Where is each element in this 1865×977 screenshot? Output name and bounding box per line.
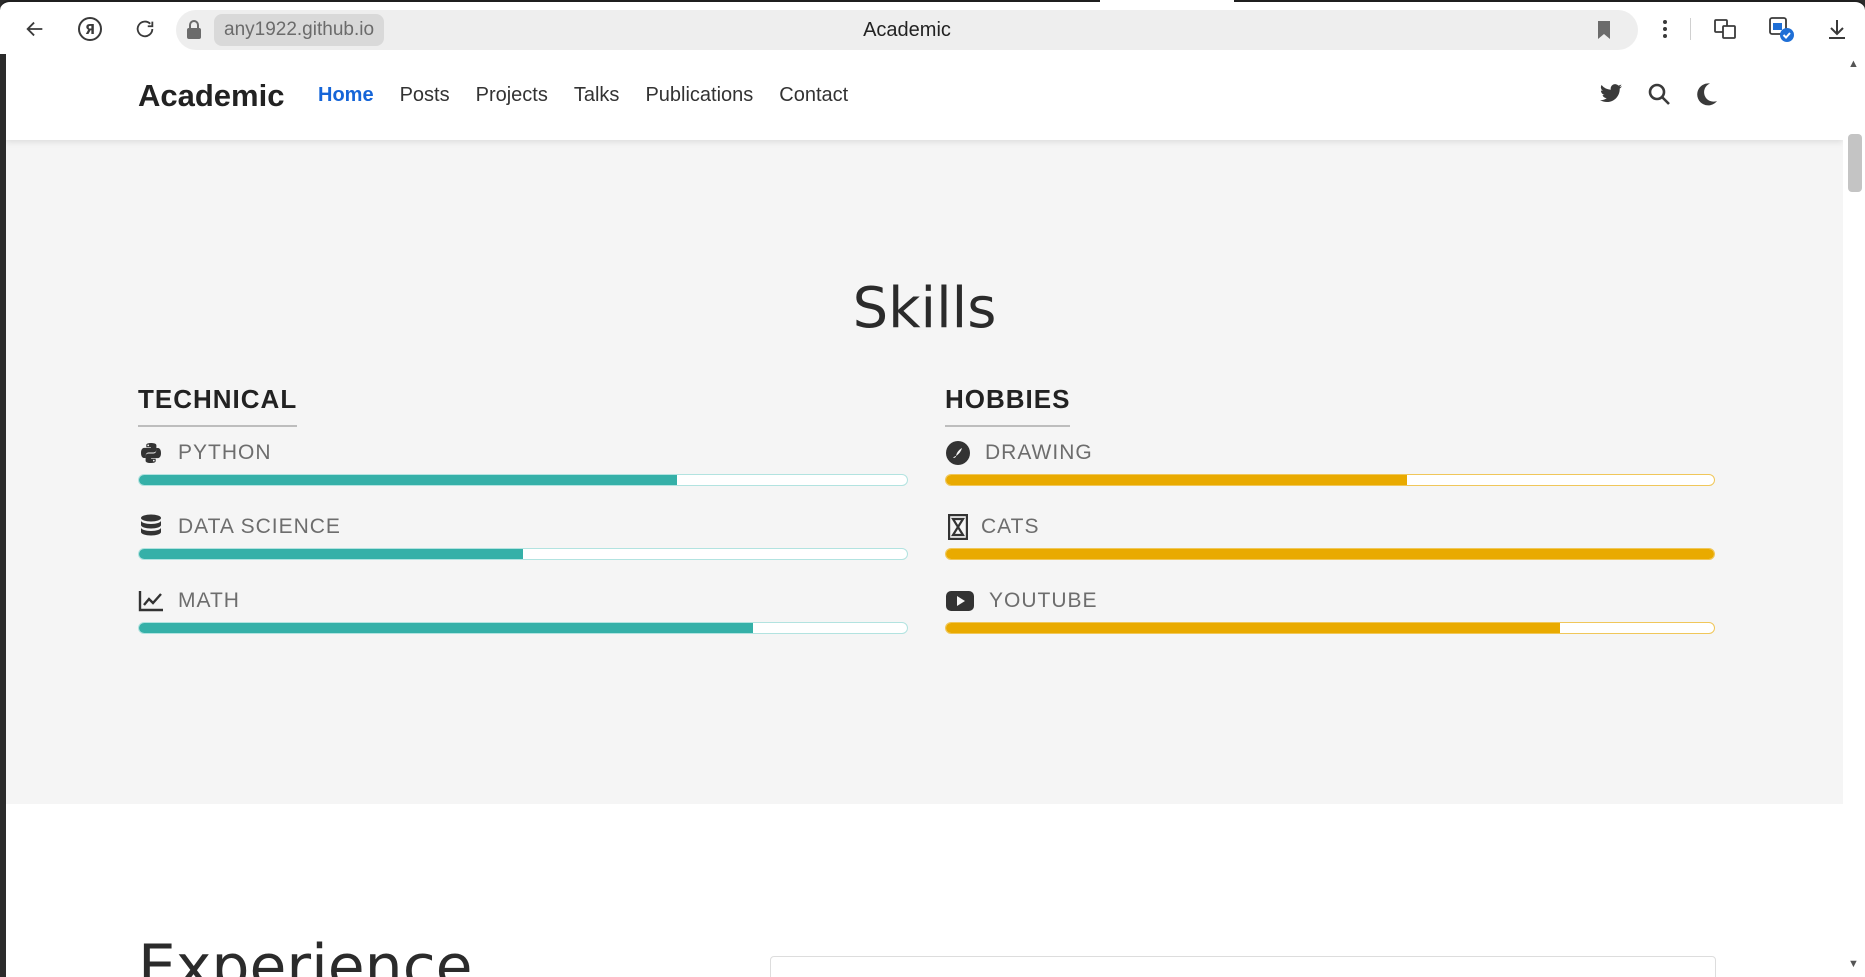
skill-progress-bar [945,548,1715,560]
page-title: Academic [863,19,951,41]
skill-progress-bar [138,474,908,486]
nav-links: Home Posts Projects Talks Publications C… [318,84,848,107]
skill-item-youtube: YOUTUBE [945,588,1715,642]
yandex-logo-icon: Я [78,17,102,41]
skill-item-drawing: DRAWING [945,440,1715,494]
section-title-experience: Experience [138,932,473,977]
translate-button[interactable] [1708,12,1742,46]
yandex-button[interactable]: Я [73,12,107,46]
nav-link-talks[interactable]: Talks [574,84,620,107]
skill-label: DRAWING [985,441,1093,464]
skill-item-data-science: DATA SCIENCE [138,514,908,568]
skill-label: MATH [178,589,240,612]
skill-label: DATA SCIENCE [178,515,341,538]
reload-button[interactable] [128,12,162,46]
skill-name-row: DATA SCIENCE [138,514,341,540]
skill-progress-bar [945,474,1715,486]
back-button[interactable] [18,12,52,46]
skill-name-row: YOUTUBE [945,588,1098,614]
lock-icon [187,20,201,39]
search-icon[interactable] [1646,81,1672,107]
bookmark-icon[interactable] [1596,20,1612,40]
nav-link-contact[interactable]: Contact [779,84,848,107]
url-text[interactable]: any1922.github.io [214,14,385,46]
hourglass-icon [945,514,971,540]
download-button[interactable] [1820,12,1854,46]
technical-column: TECHNICAL PYTHON DATA SCIENCE MATH [138,384,908,634]
youtube-icon [945,588,975,614]
arrow-left-icon [26,21,43,37]
reload-icon [136,20,154,38]
skills-section: Skills TECHNICAL PYTHON DATA SCIENCE MAT… [6,140,1843,804]
twitter-icon[interactable] [1598,81,1624,107]
more-vertical-icon [1663,20,1667,38]
nav-link-publications[interactable]: Publications [645,84,753,107]
extension-button[interactable] [1764,12,1798,46]
nav-link-home[interactable]: Home [318,84,374,107]
skill-item-python: PYTHON [138,440,908,494]
skill-progress-bar [945,622,1715,634]
skill-progress-fill [946,475,1407,485]
skill-progress-bar [138,622,908,634]
chart-line-icon [138,588,164,614]
scroll-up-icon[interactable]: ▲ [1848,58,1859,70]
svg-text:Я: Я [85,23,95,38]
menu-button[interactable] [1648,12,1682,46]
translate-icon [1714,19,1736,39]
skill-progress-fill [139,475,677,485]
nav-link-posts[interactable]: Posts [400,84,450,107]
skill-name-row: CATS [945,514,1039,540]
skill-progress-fill [139,623,754,633]
skill-item-math: MATH [138,588,908,642]
python-icon [138,440,164,466]
extension-shield-icon [1769,17,1794,42]
site-brand[interactable]: Academic [138,78,284,114]
skill-name-row: DRAWING [945,440,1093,466]
skill-label: PYTHON [178,441,272,464]
nav-link-projects[interactable]: Projects [476,84,548,107]
skill-item-cats: CATS [945,514,1715,568]
column-heading-hobbies: HOBBIES [945,384,1071,427]
browser-toolbar: Я any1922.github.io Academic [0,0,1865,54]
section-title-skills: Skills [852,276,997,341]
skill-label: YOUTUBE [989,589,1098,612]
page-scrollbar[interactable]: ▲ ▼ [1843,54,1865,977]
column-heading-technical: TECHNICAL [138,384,298,427]
site-navbar: Academic Home Posts Projects Talks Publi… [6,54,1843,140]
skill-progress-bar [138,548,908,560]
scroll-thumb[interactable] [1848,134,1862,192]
skill-progress-fill [139,549,523,559]
skill-progress-fill [946,623,1561,633]
page-viewport: Academic Home Posts Projects Talks Publi… [6,54,1843,977]
nav-icons [1598,81,1720,107]
hobbies-column: HOBBIES DRAWING CATS YOUTUBE [945,384,1715,634]
skill-progress-fill [946,549,1714,559]
moon-icon[interactable] [1694,81,1720,107]
database-icon [138,514,164,540]
download-icon [1829,20,1845,39]
experience-card [770,956,1716,977]
address-bar[interactable]: any1922.github.io Academic [176,10,1638,50]
toolbar-separator [1690,18,1691,40]
scroll-down-icon[interactable]: ▼ [1848,958,1859,970]
active-tab-notch [1100,0,1234,4]
skill-label: CATS [981,515,1040,538]
drawing-icon [945,440,971,466]
skill-name-row: PYTHON [138,440,272,466]
skill-name-row: MATH [138,588,240,614]
